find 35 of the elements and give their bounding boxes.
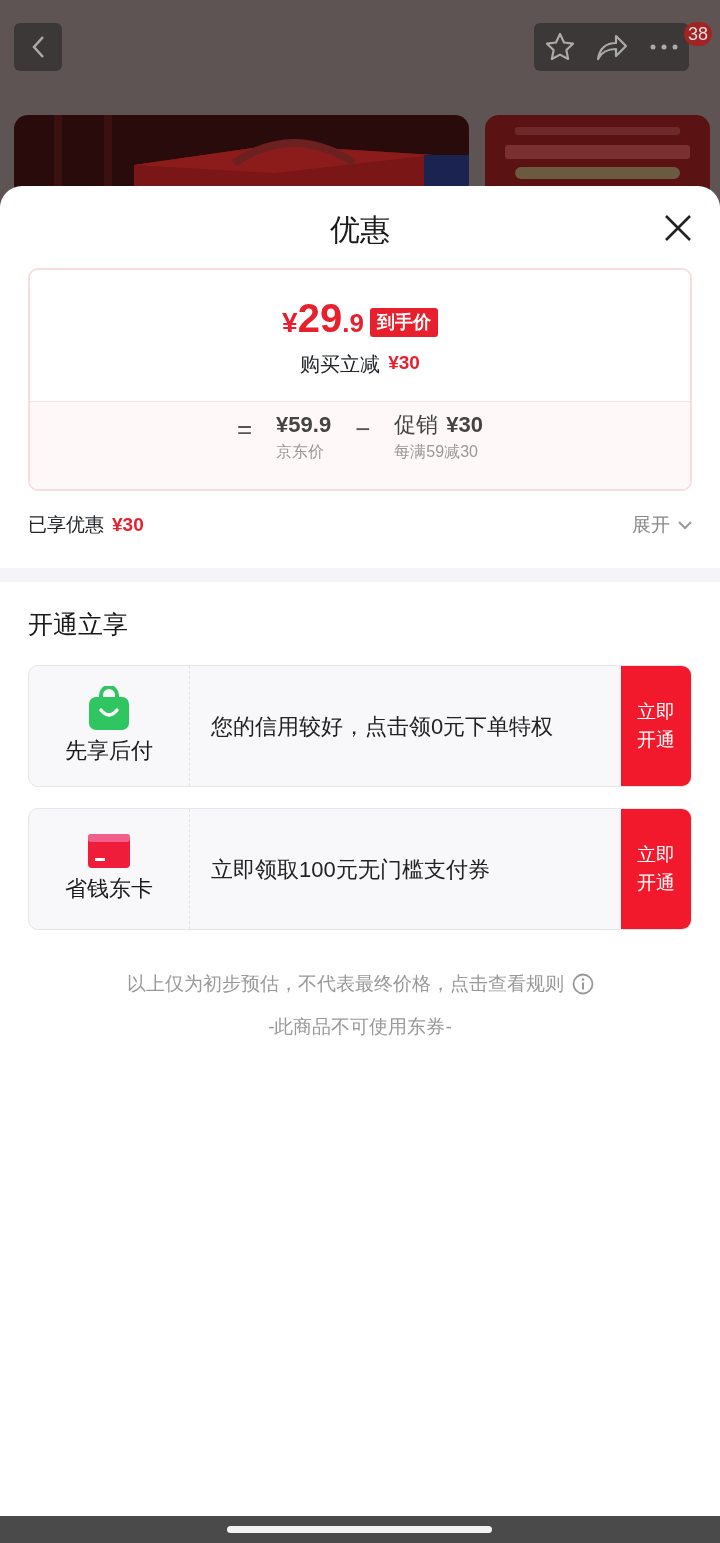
saving-label: 购买立减 [300, 352, 381, 377]
offer-text: 您的信用较好，点击领0元下单特权 [211, 712, 554, 741]
back-icon [31, 35, 45, 60]
shopping-bag-icon [88, 685, 130, 730]
term-caption: 京东价 [276, 442, 326, 462]
activate-button[interactable]: 立即开通 [621, 809, 691, 929]
chevron-down-icon [678, 520, 692, 530]
activate-button[interactable]: 立即开通 [621, 666, 691, 786]
price-tag: 到手价 [369, 308, 438, 337]
operator-sign: = [236, 413, 253, 446]
offer-name: 省钱东卡 [65, 874, 153, 903]
card-icon [88, 833, 130, 868]
section-title: 开通立享 [27, 608, 129, 640]
star-icon[interactable] [544, 32, 575, 62]
term-value: ¥59.9 [276, 411, 332, 439]
rules-note: 以上仅为初步预估，不代表最终价格，点击查看规则 [126, 972, 564, 996]
info-icon[interactable] [571, 973, 594, 996]
final-price: ¥29.9 [282, 298, 364, 342]
offer-name: 先享后付 [65, 736, 153, 765]
enjoyed-label: 已享优惠 [28, 513, 104, 537]
coupon-note: -此商品不可使用东券- [267, 1014, 453, 1039]
enjoyed-amount: ¥30 [112, 513, 144, 537]
expand-button[interactable]: 展开 [632, 511, 692, 540]
share-icon[interactable] [596, 33, 629, 61]
term-value: ¥30 [446, 411, 484, 439]
operator-sign: − [355, 413, 371, 446]
offer-text: 立即领取100元无门槛支付券 [211, 855, 490, 884]
term-caption: 每满59减30 [394, 442, 479, 462]
saving-amount: ¥30 [388, 351, 420, 375]
count-badge: 38 [684, 22, 713, 46]
back-button[interactable] [14, 23, 62, 71]
term-label: 促销 [394, 411, 439, 439]
more-icon[interactable] [650, 44, 679, 50]
close-button[interactable] [664, 214, 692, 242]
sheet-title: 优惠 [330, 212, 390, 248]
